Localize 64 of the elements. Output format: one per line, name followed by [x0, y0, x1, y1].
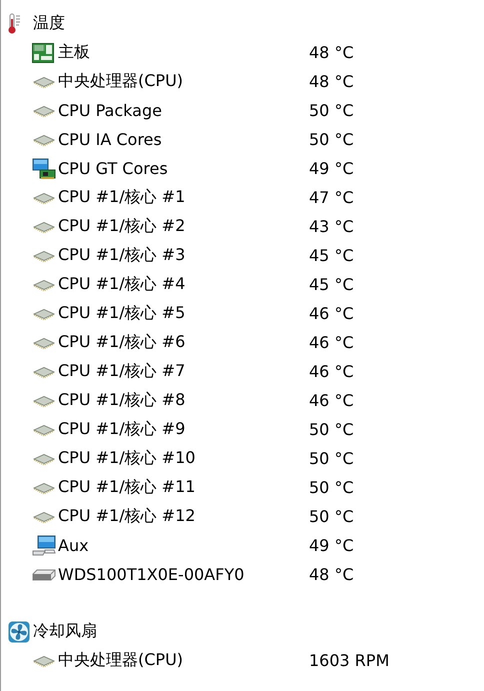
sensor-name: CPU #1/核心 #8 — [58, 390, 186, 411]
chip-icon — [32, 336, 56, 348]
sensor-value: 45 °C — [309, 275, 354, 294]
sensor-name: CPU #1/核心 #12 — [58, 506, 196, 527]
sensor-name: CPU #1/核心 #6 — [58, 332, 186, 353]
sensor-name: WDS100T1X0E-00AFY0 — [58, 565, 246, 584]
drive-icon — [32, 568, 56, 580]
sensor-value: 46 °C — [309, 333, 354, 352]
sensor-name: CPU #1/核心 #3 — [58, 245, 186, 266]
sensor-name: CPU #1/核心 #4 — [58, 274, 186, 295]
chip-icon — [32, 134, 56, 146]
sensor-value: 49 °C — [309, 536, 354, 555]
monitor-card-icon — [32, 158, 56, 180]
sensor-value: 46 °C — [309, 391, 354, 410]
sensor-name: CPU #1/核心 #10 — [58, 448, 196, 469]
section-title: 冷却风扇 — [33, 621, 97, 642]
chip-icon — [32, 654, 56, 666]
chip-icon — [32, 482, 56, 494]
sensor-value: 47 °C — [309, 188, 354, 207]
chip-icon — [32, 104, 56, 116]
thermometer-icon — [8, 12, 22, 34]
sensor-value: 50 °C — [309, 420, 354, 439]
section-title: 温度 — [33, 13, 65, 34]
chip-icon — [32, 394, 56, 406]
sensor-value: 50 °C — [309, 101, 354, 120]
sensor-value: 45 °C — [309, 246, 354, 265]
sensor-value: 49 °C — [309, 159, 354, 178]
chip-icon — [32, 510, 56, 522]
sensor-value: 48 °C — [309, 565, 354, 584]
sensor-value: 46 °C — [309, 362, 354, 381]
chip-icon — [32, 452, 56, 464]
sensor-value: 1603 RPM — [309, 651, 390, 670]
chip-icon — [32, 250, 56, 262]
chip-icon — [32, 220, 56, 232]
chip-icon — [32, 308, 56, 320]
sensor-value: 43 °C — [309, 217, 354, 236]
sensor-name: CPU #1/核心 #1 — [58, 187, 186, 208]
sensor-value: 48 °C — [309, 43, 354, 62]
chip-icon — [32, 192, 56, 204]
computer-icon — [32, 534, 56, 556]
fan-icon — [8, 620, 30, 642]
sensor-value: 50 °C — [309, 130, 354, 149]
sensor-name: 中央处理器(CPU) — [58, 650, 184, 671]
sensor-value: 46 °C — [309, 304, 354, 323]
chip-icon — [32, 278, 56, 290]
sensor-value: 50 °C — [309, 507, 354, 526]
sensor-name: CPU #1/核心 #5 — [58, 303, 186, 324]
chip-icon — [32, 424, 56, 436]
sensor-name: CPU #1/核心 #2 — [58, 216, 186, 237]
sensor-name: CPU #1/核心 #11 — [58, 477, 196, 498]
sensor-name: CPU #1/核心 #7 — [58, 361, 186, 382]
sensor-value: 50 °C — [309, 449, 354, 468]
sensor-value: 50 °C — [309, 478, 354, 497]
sensor-value: 48 °C — [309, 72, 354, 91]
chip-icon — [32, 366, 56, 378]
sensor-name: CPU IA Cores — [58, 130, 163, 149]
sensor-name: CPU #1/核心 #9 — [58, 419, 186, 440]
sensor-name: 主板 — [58, 42, 91, 63]
sensor-name: 中央处理器(CPU) — [58, 71, 184, 92]
chip-icon — [32, 76, 56, 88]
motherboard-icon — [32, 42, 54, 62]
sensor-name: CPU Package — [58, 101, 163, 120]
sensor-name: Aux — [58, 536, 90, 555]
sensor-name: CPU GT Cores — [58, 159, 169, 178]
